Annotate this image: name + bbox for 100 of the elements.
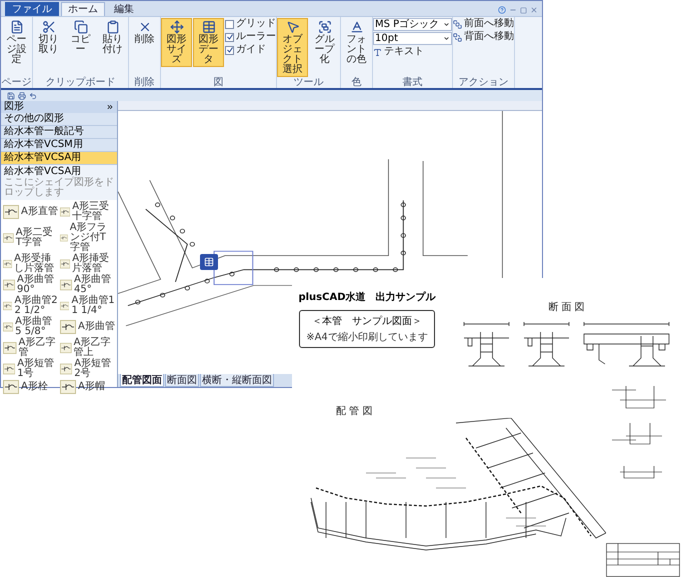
stencil-item[interactable]: 給水本管VCSM用 bbox=[1, 139, 117, 152]
shape-label[interactable]: A形短管2号 bbox=[74, 359, 115, 379]
shape-label[interactable]: A形二受T字管 bbox=[16, 228, 58, 248]
dropdown-field[interactable]: 10pt bbox=[373, 32, 452, 45]
ribbon-button[interactable]: オブジェクト選択 bbox=[277, 18, 308, 77]
ribbon-button[interactable]: フォントの色 bbox=[341, 18, 372, 67]
checkbox-label: ルーラー bbox=[236, 31, 276, 43]
pipe-symbol-icon bbox=[60, 341, 72, 355]
shape-label[interactable]: A形三受十字管 bbox=[72, 202, 115, 222]
stencil-title: 給水本管VCSA用 bbox=[1, 165, 117, 178]
shape-label[interactable]: A形曲管11 1/4° bbox=[71, 296, 115, 316]
ribbon-button[interactable]: コピー bbox=[65, 18, 96, 57]
shape-data-icon[interactable] bbox=[200, 254, 218, 270]
shape-label[interactable]: A形直管 bbox=[21, 207, 58, 217]
pipe-symbol-icon bbox=[60, 362, 72, 376]
shape-label[interactable]: A形短管1号 bbox=[17, 359, 58, 379]
shape-label[interactable]: A形曲管5 5/8° bbox=[15, 317, 58, 337]
ribbon-button[interactable]: 図形データ bbox=[193, 18, 224, 67]
group-label: 削除 bbox=[134, 77, 156, 88]
checkbox-label: ガイド bbox=[236, 44, 266, 56]
shape-label[interactable]: A形挿受片落管 bbox=[72, 254, 115, 274]
group-label: 書式 bbox=[402, 77, 424, 88]
ribbon-tab[interactable]: ホーム bbox=[61, 2, 105, 16]
shape-label[interactable]: A形曲管45° bbox=[74, 275, 115, 295]
copy-icon bbox=[74, 20, 88, 34]
checkbox-box[interactable] bbox=[225, 32, 234, 42]
shape-label[interactable]: A形受挿し片落管 bbox=[14, 254, 58, 274]
letter-a-icon bbox=[350, 20, 364, 34]
ribbon-tab[interactable]: 編集 bbox=[107, 2, 141, 16]
ribbon-button[interactable]: 貼り付け bbox=[97, 18, 128, 57]
save-icon[interactable] bbox=[7, 92, 15, 100]
bring-front-icon bbox=[453, 20, 462, 28]
checkbox[interactable]: グリッド bbox=[225, 18, 276, 30]
panel-title: 図形 bbox=[4, 101, 24, 113]
group-label: ページ bbox=[1, 77, 32, 88]
shape-label[interactable]: A形曲管90° bbox=[17, 275, 58, 295]
cursor-icon bbox=[286, 20, 300, 34]
drawing-label: 断 面 図 bbox=[548, 300, 585, 314]
undo-icon[interactable] bbox=[29, 92, 37, 100]
pipe-symbol-icon bbox=[3, 299, 12, 313]
printer-icon[interactable] bbox=[18, 92, 26, 100]
move-icon bbox=[170, 20, 184, 34]
checkbox-box[interactable] bbox=[225, 46, 234, 54]
pipe-symbol-icon bbox=[60, 320, 76, 334]
pipe-symbol-icon bbox=[3, 362, 16, 376]
letter-t-icon bbox=[373, 48, 382, 56]
pipe-symbol-icon bbox=[60, 257, 70, 271]
ribbon-button[interactable]: グループ化 bbox=[309, 18, 340, 67]
shape-label[interactable]: A形乙字管 bbox=[18, 338, 58, 358]
ribbon-button[interactable]: 切り取り bbox=[33, 18, 64, 57]
checkbox-box[interactable] bbox=[225, 20, 234, 28]
drop-hint: ここにシェイプ図形をドロップします bbox=[1, 178, 117, 200]
ribbon-button[interactable]: 前面へ移動 bbox=[453, 18, 514, 30]
group-label: 色 bbox=[350, 77, 362, 88]
pipe-symbol-icon bbox=[3, 257, 12, 271]
help-icon[interactable] bbox=[498, 6, 506, 14]
table-icon bbox=[202, 20, 216, 34]
pipe-symbol-icon bbox=[60, 278, 72, 292]
group-label: クリップボード bbox=[44, 77, 116, 88]
stencil-item[interactable]: 給水本管一般記号 bbox=[1, 126, 117, 139]
pipe-symbol-icon bbox=[3, 341, 16, 355]
frame-title: ＜本管 サンプル図面＞ bbox=[312, 314, 422, 328]
ribbon-tab[interactable]: ファイル bbox=[5, 2, 59, 16]
pipe-symbol-icon bbox=[60, 299, 70, 313]
clipboard-icon bbox=[106, 20, 120, 34]
checkbox-label: グリッド bbox=[236, 18, 276, 30]
shape-label[interactable]: A形フランジ付T字管 bbox=[70, 223, 115, 253]
ribbon-button[interactable]: テキスト bbox=[373, 46, 452, 58]
ribbon-button[interactable]: 削除 bbox=[129, 18, 160, 47]
pipe-symbol-icon bbox=[3, 380, 19, 394]
close-icon[interactable] bbox=[530, 6, 538, 14]
ribbon-button[interactable]: ページ設定 bbox=[1, 18, 32, 67]
checkbox[interactable]: ルーラー bbox=[225, 31, 276, 43]
stencil-item[interactable]: 給水本管VCSA用 bbox=[1, 152, 117, 165]
ribbon-button[interactable]: 図形サイズ bbox=[161, 18, 192, 67]
dropdown-field[interactable]: MS Pゴシック bbox=[373, 18, 452, 31]
sheet-tab[interactable]: 横断・縦断面図 bbox=[200, 374, 274, 387]
scissors-icon bbox=[42, 20, 56, 34]
checkbox[interactable]: ガイド bbox=[225, 44, 276, 56]
document-icon bbox=[10, 20, 24, 34]
group-icon bbox=[318, 20, 332, 34]
group-label: アクション bbox=[458, 77, 510, 88]
pipe-symbol-icon bbox=[3, 320, 14, 334]
sample-title: plusCAD水道 出力サンプル bbox=[298, 290, 436, 304]
sheet-tab[interactable]: 断面図 bbox=[165, 374, 199, 387]
ribbon-button[interactable]: 背面へ移動 bbox=[453, 31, 514, 43]
shape-label[interactable]: A形曲管22 1/2° bbox=[14, 296, 58, 316]
stencil-item[interactable]: その他の図形 bbox=[1, 113, 117, 126]
frame-note: ※A4で縮小印刷しています bbox=[306, 330, 428, 344]
sheet-tab[interactable]: 配管図面 bbox=[120, 374, 164, 387]
send-back-icon bbox=[453, 32, 462, 42]
pipe-symbol-icon bbox=[3, 278, 16, 292]
collapse-icon[interactable] bbox=[106, 103, 114, 111]
drawing-label: 配 管 図 bbox=[335, 405, 374, 418]
group-label: ツール bbox=[292, 77, 324, 88]
pipe-symbol-icon bbox=[60, 205, 70, 219]
shape-label[interactable]: A形乙字管上 bbox=[74, 338, 115, 358]
shape-label[interactable]: A形曲管 bbox=[78, 322, 115, 332]
pipe-symbol-icon bbox=[3, 231, 14, 245]
group-label: 図 bbox=[212, 77, 224, 88]
